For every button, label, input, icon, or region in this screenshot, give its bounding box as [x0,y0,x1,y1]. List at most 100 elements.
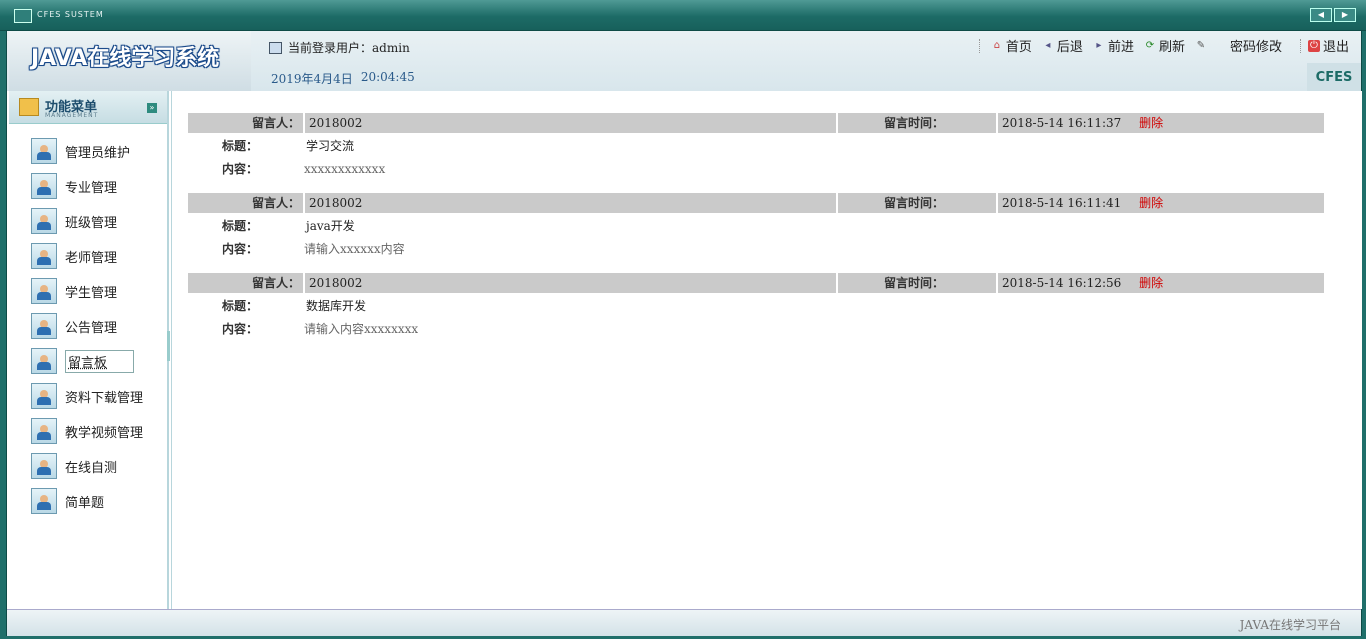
folder-icon [19,98,39,116]
author-label: 留言人： [251,116,300,130]
content-row: 内容： 请输入xxxxxx内容 [188,239,1324,259]
sidebar-item-message-board[interactable]: 留言板 [31,348,135,374]
sidebar-item-videos[interactable]: 教学视频管理 [31,418,143,444]
sidebar-item-self-test[interactable]: 在线自测 [31,453,117,479]
sidebar-item-label: 留言板 [65,349,135,373]
content-value: 请输入内容xxxxxxxx [304,322,419,336]
title-row: 标题： 数据库开发 [188,296,1324,316]
sidebar-item-label: 在线自测 [65,460,118,476]
back-label: 后退 [1056,40,1083,55]
menu-header: 功能菜单 MANAGEMENT » [9,91,167,124]
time-label: 留言时间： [836,193,944,213]
nav-separator [978,38,981,53]
app-frame: JAVA在线学习系统 当前登录用户： admin 2019年4月4日 20:04… [6,30,1362,636]
author-value: 2018002 [303,113,839,133]
top-nav: ⌂ 首页 ◂ 后退 ▸ 前进 ⟳ 刷新 ✎ 密码修改 ⏻ 退出 [973,36,1349,55]
datetime: 2019年4月4日 20:04:45 [271,70,415,87]
current-user: 当前登录用户： admin [269,39,410,56]
sidebar-item-questions[interactable]: 简单题 [31,488,104,514]
window-titlebar: CFES SUSTEM ◀ ▶ [0,0,1366,31]
nav-separator [1299,38,1302,53]
sidebar-item-label: 资料下载管理 [65,390,144,406]
app-icon [14,9,32,23]
footer: JAVA在线学习平台 [7,609,1361,636]
time-label: 留言时间： [836,273,944,293]
time-cell: 2018-5-14 16:11:37 删除 [996,113,1330,133]
window-next-button[interactable]: ▶ [1334,8,1356,22]
back-button[interactable]: ◂ 后退 [1042,36,1083,56]
edit-icon: ✎ [1196,39,1206,51]
delete-link[interactable]: 删除 [1139,116,1163,130]
sidebar-item-major[interactable]: 专业管理 [31,173,117,199]
time-cell: 2018-5-14 16:12:56 删除 [996,273,1330,293]
sidebar-item-label: 专业管理 [65,180,118,196]
logo: JAVA在线学习系统 [9,31,251,91]
message-header: 留言人： 2018002 留言时间： 2018-5-14 16:12:56 删除 [188,273,1324,293]
sidebar-item-label: 简单题 [65,495,105,511]
date-text: 2019年4月4日 [271,72,353,86]
title-value: 数据库开发 [306,299,367,313]
collapse-icon[interactable]: » [147,103,157,113]
forward-button[interactable]: ▸ 前进 [1093,36,1134,56]
content-row: 内容： xxxxxxxxxxxx [188,159,1324,179]
time-value: 2018-5-14 16:12:56 [1002,276,1122,290]
title-value: java开发 [306,219,355,233]
author-value: 2018002 [303,273,839,293]
sidebar-item-teacher[interactable]: 老师管理 [31,243,117,269]
time-value: 2018-5-14 16:11:37 [1002,116,1122,130]
password-button[interactable]: ✎ 密码修改 [1195,36,1282,56]
content-value: xxxxxxxxxxxx [304,162,386,176]
user-card-icon [31,208,57,234]
sidebar-item-class[interactable]: 班级管理 [31,208,117,234]
delete-link[interactable]: 删除 [1139,276,1163,290]
window-nav-buttons: ◀ ▶ [1310,8,1356,22]
footer-text: JAVA在线学习平台 [1239,618,1341,632]
time-text: 20:04:45 [360,70,415,84]
sidebar: 功能菜单 MANAGEMENT » 管理员维护 专业管理 班级管理 老师管理 学… [9,91,169,609]
logout-icon: ⏻ [1307,39,1320,52]
content-label: 内容： [221,162,258,176]
user-card-icon [31,488,57,514]
user-card-icon [31,348,57,374]
logo-text: JAVA在线学习系统 [31,46,220,71]
refresh-button[interactable]: ⟳ 刷新 [1144,36,1185,56]
content-row: 内容： 请输入内容xxxxxxxx [188,319,1324,339]
user-card-icon [31,138,57,164]
user-card-icon [31,418,57,444]
delete-link[interactable]: 删除 [1139,196,1163,210]
password-label: 密码修改 [1229,40,1282,55]
user-card-icon [31,453,57,479]
refresh-label: 刷新 [1158,40,1185,55]
logout-button[interactable]: ⏻ 退出 [1307,36,1349,55]
content-label: 内容： [221,322,258,336]
sidebar-item-label: 公告管理 [65,320,118,336]
window-prev-button[interactable]: ◀ [1310,8,1332,22]
logout-label: 退出 [1322,40,1349,55]
title-row: 标题： java开发 [188,216,1324,236]
title-label: 标题： [221,139,258,153]
sidebar-item-student[interactable]: 学生管理 [31,278,117,304]
sidebar-item-label: 学生管理 [65,285,118,301]
refresh-icon: ⟳ [1145,39,1155,51]
title-label: 标题： [221,299,258,313]
forward-label: 前进 [1107,40,1134,55]
title-label: 标题： [221,219,258,233]
message-header: 留言人： 2018002 留言时间： 2018-5-14 16:11:37 删除 [188,113,1324,133]
sidebar-splitter[interactable] [167,331,170,361]
sidebar-item-downloads[interactable]: 资料下载管理 [31,383,143,409]
home-button[interactable]: ⌂ 首页 [991,36,1032,56]
title-row: 标题： 学习交流 [188,136,1324,156]
home-label: 首页 [1005,40,1032,55]
user-card-icon [31,173,57,199]
content-value: 请输入xxxxxx内容 [304,242,405,256]
message-header: 留言人： 2018002 留言时间： 2018-5-14 16:11:41 删除 [188,193,1324,213]
user-card-icon [31,313,57,339]
title-value: 学习交流 [306,139,355,153]
user-card-icon [31,383,57,409]
forward-arrow-icon: ▸ [1096,39,1102,51]
user-card-icon [31,278,57,304]
sidebar-item-label: 教学视频管理 [65,425,144,441]
sidebar-item-admin[interactable]: 管理员维护 [31,138,130,164]
sidebar-item-notice[interactable]: 公告管理 [31,313,117,339]
menu-subtitle: MANAGEMENT [45,112,99,119]
